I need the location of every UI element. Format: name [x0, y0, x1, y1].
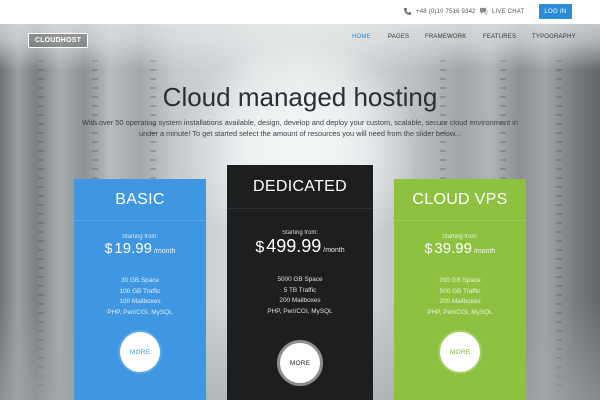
feature-item: 200 Mailboxes [439, 298, 481, 305]
more-button[interactable]: MORE [438, 330, 482, 374]
logo[interactable]: CLOUDHOST [28, 33, 88, 48]
plan-name: DEDICATED [227, 165, 373, 209]
plan-name: BASIC [74, 179, 206, 221]
feature-item: 100 GB Traffic [119, 287, 161, 295]
feature-item: 5000 GB Space [277, 276, 323, 283]
feature-item: PHP, Perl/CGI, MySQL [107, 308, 173, 316]
price-currency: $ [424, 240, 433, 256]
live-chat-link[interactable]: LIVE CHAT [479, 7, 524, 16]
phone-number: +48 (0)10 7516 9342 [416, 8, 476, 15]
plan-name: CLOUD VPS [394, 179, 526, 221]
more-button[interactable]: MORE [118, 330, 162, 374]
nav-item-home[interactable]: HOME [352, 34, 371, 46]
feature-item: 500 GB Traffic [439, 287, 481, 295]
phone-contact[interactable]: +48 (0)10 7516 9342 [403, 7, 476, 16]
chat-bubble-icon [479, 7, 488, 16]
nav-item-typography[interactable]: TYPOGRAPHY [532, 34, 576, 46]
feature-item: PHP, Perl/CGI, MySQL [267, 307, 333, 315]
pricing-card-cloud-vps: CLOUD VPS Starting from: $ 39.99 /month … [394, 179, 526, 400]
feature-item: 100 Mailboxes [119, 298, 161, 305]
hero-subtitle-line: under a minute! To get started select th… [139, 129, 461, 138]
page-title: Cloud managed hosting [162, 82, 438, 112]
price-amount: 499.99 [266, 236, 322, 256]
feature-item: 30 GB Space [120, 277, 159, 284]
top-bar: +48 (0)10 7516 9342 LIVE CHAT LOG IN [0, 0, 600, 24]
login-button[interactable]: LOG IN [539, 4, 572, 19]
nav-item-features[interactable]: FEATURES [483, 34, 516, 46]
price-currency: $ [104, 240, 113, 256]
phone-icon [403, 7, 412, 16]
price-period: /month [323, 247, 345, 254]
plan-price: $ 19.99 /month [74, 240, 206, 257]
price-period: /month [153, 248, 176, 255]
price-period: /month [473, 248, 496, 255]
pricing-card-basic: BASIC Starting from: $ 19.99 /month 30 G… [74, 179, 206, 400]
plan-features: 30 GB Space 100 GB Traffic 100 Mailboxes… [74, 276, 206, 318]
nav-item-framework[interactable]: FRAMEWORK [425, 34, 466, 46]
plan-price: $ 39.99 /month [394, 240, 526, 257]
live-chat-label: LIVE CHAT [492, 8, 525, 15]
feature-item: 5 TB Traffic [283, 286, 317, 294]
plan-features: 200 GB Space 500 GB Traffic 200 Mailboxe… [394, 276, 526, 318]
price-amount: 39.99 [434, 240, 472, 257]
hero-subtitle: With over 50 operating system installati… [50, 117, 550, 139]
more-button[interactable]: MORE [277, 340, 323, 386]
feature-item: PHP, Perl/CGI, MySQL [427, 308, 493, 316]
feature-item: 200 Mailboxes [279, 297, 321, 304]
nav-item-pages[interactable]: PAGES [388, 34, 409, 46]
plan-price: $ 499.99 /month [227, 236, 373, 257]
price-amount: 19.99 [114, 240, 152, 257]
feature-item: 200 GB Space [439, 277, 481, 284]
price-currency: $ [255, 239, 265, 256]
plan-features: 5000 GB Space 5 TB Traffic 200 Mailboxes… [227, 275, 373, 317]
pricing-card-dedicated: DEDICATED Starting from: $ 499.99 /month… [227, 165, 373, 400]
hero-subtitle-line: With over 50 operating system installati… [82, 118, 518, 127]
